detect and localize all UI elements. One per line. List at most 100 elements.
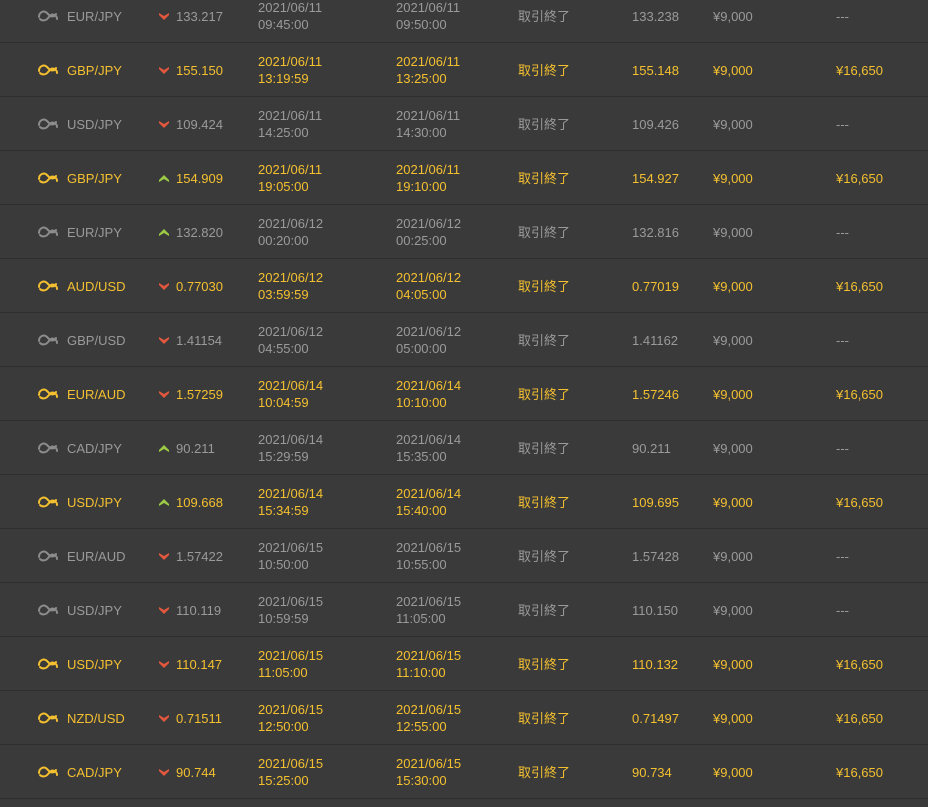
high-arrow-icon <box>159 224 169 241</box>
entry-rate: 0.71511 <box>176 710 223 726</box>
trade-status: 取引終了 <box>518 548 571 564</box>
start-datetime: 2021/06/12 00:20:00 <box>258 205 323 259</box>
start-date: 2021/06/11 <box>258 54 323 69</box>
trade-amount: ¥9,000 <box>713 602 753 618</box>
exit-rate: 0.77019 <box>632 278 679 294</box>
start-datetime: 2021/06/12 04:55:00 <box>258 313 323 367</box>
currency-pair: CAD/JPY <box>67 764 122 780</box>
low-arrow-icon <box>159 548 169 565</box>
exit-rate: 109.695 <box>632 494 679 510</box>
trade-row[interactable]: EUR/JPY 132.820 2021/06/12 00:20:00 2021… <box>0 205 928 259</box>
exit-rate: 155.148 <box>632 62 679 78</box>
start-date: 2021/06/11 <box>258 108 323 123</box>
payout-amount: ¥16,650 <box>836 278 883 294</box>
trade-row[interactable]: GBP/JPY 154.909 2021/06/11 19:05:00 2021… <box>0 151 928 205</box>
trade-amount: ¥9,000 <box>713 170 753 186</box>
entry-rate: 1.57259 <box>176 386 223 402</box>
entry-rate: 90.744 <box>176 764 216 780</box>
low-arrow-icon <box>159 656 169 673</box>
low-arrow-icon <box>159 764 169 781</box>
end-time: 11:10:00 <box>396 665 446 680</box>
trade-row[interactable]: AUD/USD 0.77030 2021/06/12 03:59:59 2021… <box>0 259 928 313</box>
trade-row[interactable]: EUR/AUD 1.57422 2021/06/15 10:50:00 2021… <box>0 529 928 583</box>
currency-pair: AUD/USD <box>67 278 126 294</box>
start-date: 2021/06/15 <box>258 648 324 663</box>
trade-row[interactable]: NZD/USD 0.71511 2021/06/15 12:50:00 2021… <box>0 691 928 745</box>
exit-rate: 90.211 <box>632 440 671 456</box>
currency-exchange-icon <box>37 278 59 294</box>
end-time: 15:30:00 <box>396 773 447 788</box>
start-datetime: 2021/06/14 15:29:59 <box>258 421 323 475</box>
start-datetime: 2021/06/11 14:25:00 <box>258 97 322 151</box>
trade-row[interactable]: USD/JPY 109.668 2021/06/14 15:34:59 2021… <box>0 475 928 529</box>
exit-rate: 90.734 <box>632 764 672 780</box>
start-time: 03:59:59 <box>258 287 309 302</box>
end-datetime: 2021/06/15 11:05:00 <box>396 583 461 637</box>
start-datetime: 2021/06/15 10:50:00 <box>258 529 323 583</box>
end-time: 00:25:00 <box>396 233 447 248</box>
exit-rate: 109.426 <box>632 116 679 132</box>
low-arrow-icon <box>159 8 169 25</box>
low-arrow-icon <box>159 386 169 403</box>
entry-rate: 109.668 <box>176 494 223 510</box>
payout-amount: ¥16,650 <box>836 386 883 402</box>
trade-amount: ¥9,000 <box>713 332 753 348</box>
entry-rate: 90.211 <box>176 440 215 456</box>
end-datetime: 2021/06/12 04:05:00 <box>396 259 461 313</box>
trade-row[interactable]: GBP/JPY 155.150 2021/06/11 13:19:59 2021… <box>0 43 928 97</box>
start-datetime: 2021/06/12 03:59:59 <box>258 259 323 313</box>
trade-status: 取引終了 <box>518 764 571 780</box>
currency-pair: GBP/JPY <box>67 170 122 186</box>
trade-row[interactable]: USD/JPY 109.424 2021/06/11 14:25:00 2021… <box>0 97 928 151</box>
trade-amount: ¥9,000 <box>713 8 753 24</box>
trade-status: 取引終了 <box>518 710 571 726</box>
trade-row[interactable]: USD/JPY 110.147 2021/06/15 11:05:00 2021… <box>0 637 928 691</box>
trade-row[interactable]: EUR/AUD 1.57259 2021/06/14 10:04:59 2021… <box>0 367 928 421</box>
payout-amount: --- <box>836 116 849 132</box>
entry-rate: 154.909 <box>176 170 223 186</box>
trade-status: 取引終了 <box>518 332 571 348</box>
currency-exchange-icon <box>37 602 59 618</box>
payout-amount: ¥16,650 <box>836 764 883 780</box>
start-datetime: 2021/06/15 11:05:00 <box>258 637 323 691</box>
exit-rate: 132.816 <box>632 224 679 240</box>
start-time: 00:20:00 <box>258 233 309 248</box>
trade-row[interactable]: USD/JPY 110.119 2021/06/15 10:59:59 2021… <box>0 583 928 637</box>
entry-rate: 109.424 <box>176 116 223 132</box>
entry-rate: 0.77030 <box>176 278 223 294</box>
trade-amount: ¥9,000 <box>713 386 753 402</box>
start-time: 15:34:59 <box>258 503 309 518</box>
start-datetime: 2021/06/14 15:34:59 <box>258 475 323 529</box>
start-datetime: 2021/06/14 10:04:59 <box>258 367 323 421</box>
entry-rate: 132.820 <box>176 224 223 240</box>
trade-amount: ¥9,000 <box>713 62 753 78</box>
trade-status: 取引終了 <box>518 170 571 186</box>
start-date: 2021/06/12 <box>258 216 324 231</box>
trade-row[interactable]: GBP/USD 1.41154 2021/06/12 04:55:00 2021… <box>0 313 928 367</box>
start-datetime: 2021/06/11 09:45:00 <box>258 0 322 43</box>
end-time: 12:55:00 <box>396 719 447 734</box>
trade-amount: ¥9,000 <box>713 494 753 510</box>
payout-amount: --- <box>836 548 849 564</box>
entry-rate: 110.147 <box>176 656 223 672</box>
trade-amount: ¥9,000 <box>713 764 753 780</box>
start-date: 2021/06/15 <box>258 702 324 717</box>
end-date: 2021/06/15 <box>396 648 462 663</box>
end-datetime: 2021/06/15 12:55:00 <box>396 691 461 745</box>
exit-rate: 1.41162 <box>632 332 679 348</box>
high-arrow-icon <box>159 494 169 511</box>
entry-rate: 155.150 <box>176 62 223 78</box>
currency-pair: EUR/JPY <box>67 8 122 24</box>
trade-row[interactable]: CAD/JPY 90.744 2021/06/15 15:25:00 2021/… <box>0 745 928 799</box>
exit-rate: 110.132 <box>632 656 679 672</box>
currency-pair: CAD/JPY <box>67 440 122 456</box>
end-date: 2021/06/15 <box>396 594 462 609</box>
end-datetime: 2021/06/11 09:50:00 <box>396 0 460 43</box>
end-date: 2021/06/11 <box>396 0 461 15</box>
end-date: 2021/06/12 <box>396 324 462 339</box>
trade-row[interactable]: EUR/JPY 133.217 2021/06/11 09:45:00 2021… <box>0 0 928 43</box>
start-time: 10:59:59 <box>258 611 309 626</box>
trade-row[interactable]: CAD/JPY 90.211 2021/06/14 15:29:59 2021/… <box>0 421 928 475</box>
start-time: 09:45:00 <box>258 17 309 32</box>
start-time: 10:04:59 <box>258 395 309 410</box>
